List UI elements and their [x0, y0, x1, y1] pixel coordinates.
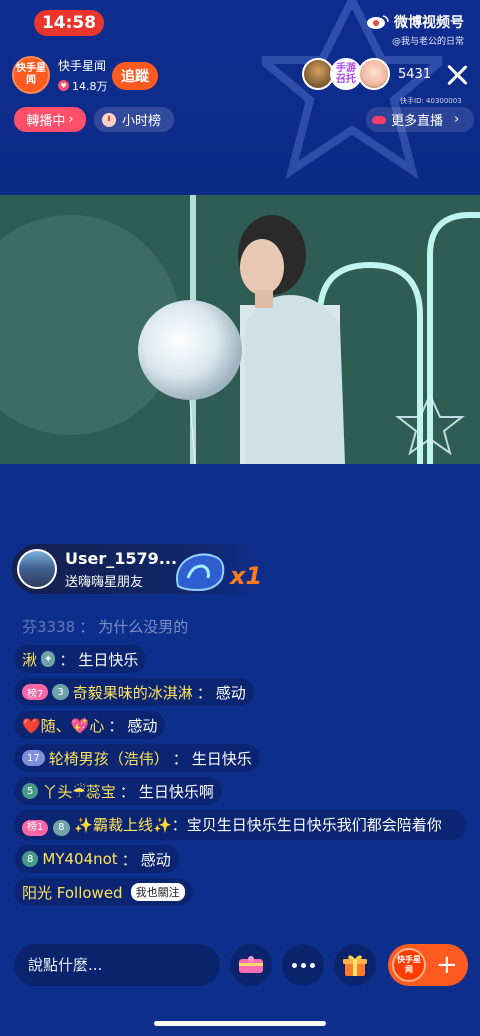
hourly-rank-label: 小时榜: [122, 114, 162, 129]
chat-text: 生日快乐: [191, 749, 252, 768]
chat-username[interactable]: 奇毅果味的冰淇淋: [73, 682, 193, 703]
weibo-watermark-title: 微博视频号: [394, 15, 464, 31]
live-video[interactable]: [0, 195, 480, 464]
heart-icon: ♥: [58, 80, 69, 91]
viewer-count: 5431: [398, 66, 432, 82]
gift-sender-avatar[interactable]: [17, 549, 57, 589]
gift-button[interactable]: [334, 944, 376, 986]
relay-status-pill[interactable]: 轉播中 ›: [14, 107, 86, 132]
chat-message[interactable]: 芬3338 ： 为什么没男的: [14, 612, 196, 640]
chat-text: 感动: [127, 716, 158, 735]
home-indicator[interactable]: [154, 1021, 326, 1026]
chat-username[interactable]: ✨霸裁上线✨: [74, 816, 171, 834]
chat-text: 感动: [140, 850, 171, 869]
kuaishou-id: 快手ID: 40300003: [400, 97, 462, 105]
follow-button[interactable]: 追蹤: [112, 62, 158, 90]
gift-sender-name: User_1579...: [65, 548, 178, 568]
chat-username[interactable]: MY404not: [42, 850, 117, 868]
gift-count: x1: [230, 562, 263, 590]
user-level-badge-icon: ✦: [41, 651, 56, 667]
chat-text: 感动: [215, 683, 246, 702]
chat-message[interactable]: 榜7 3 奇毅果味的冰淇淋 ： 感动: [14, 678, 254, 706]
close-icon[interactable]: [444, 62, 470, 88]
rank-badge: 榜1: [22, 820, 49, 836]
level-badge: 5: [22, 783, 39, 799]
chat-message[interactable]: 8 MY404not ： 感动: [14, 845, 179, 873]
weibo-watermark: 微博视频号 @我与老公的日常: [366, 12, 464, 47]
kuaishou-logo: 快手星闻: [392, 948, 426, 982]
bottom-bar: 快手星闻 +: [0, 944, 480, 988]
chat-message[interactable]: 5 丫头☔蕊宝 ： 生日快乐啊: [14, 777, 222, 805]
chat-text: 宝贝生日快乐生日快乐我们都会陪着你: [186, 816, 442, 834]
chat-username[interactable]: 湫: [22, 649, 37, 670]
level-badge: 3: [52, 684, 69, 700]
chat-text: 生日快乐: [78, 650, 139, 669]
gift-description: 送嗨嗨星朋友: [65, 574, 144, 590]
host-likes-count: 14.8万: [72, 79, 108, 93]
chat-text: 为什么没男的: [98, 617, 189, 636]
create-button[interactable]: 快手星闻 +: [388, 944, 468, 986]
relay-label: 轉播中: [26, 114, 66, 129]
more-live-label: 更多直播: [391, 114, 444, 129]
hourly-rank-pill[interactable]: 小时榜: [94, 107, 174, 132]
host-name: 快手星闻: [58, 58, 107, 73]
chat-username[interactable]: 轮椅男孩（浩伟）: [49, 748, 169, 769]
rank-badge: 榜7: [22, 684, 49, 700]
weibo-watermark-handle: @我与老公的日常: [391, 37, 464, 47]
more-options-button[interactable]: [282, 944, 324, 986]
level-badge: 17: [22, 750, 45, 766]
chat-message[interactable]: 17 轮椅男孩（浩伟） ： 生日快乐: [14, 744, 260, 772]
gift-logo-icon: [176, 553, 225, 592]
follow-notice[interactable]: 阳光 Followed 我也關注: [14, 878, 193, 906]
chat-username[interactable]: ❤️随、💖心: [22, 715, 104, 736]
chat-message[interactable]: ❤️随、💖心 ： 感动: [14, 711, 166, 739]
follow-too-button[interactable]: 我也關注: [130, 883, 185, 901]
comment-input[interactable]: [14, 944, 220, 986]
level-badge: 8: [22, 851, 39, 867]
chat-username[interactable]: 丫头☔蕊宝: [42, 781, 115, 802]
gift-bag-icon: [239, 956, 263, 973]
share-gift-button[interactable]: [230, 944, 272, 986]
clock-icon: [102, 112, 116, 127]
viewer-avatar[interactable]: [358, 58, 390, 90]
status-time: 14:58: [34, 10, 104, 36]
chat-username[interactable]: 芬3338: [22, 616, 75, 637]
chevron-right-icon: ›: [454, 112, 460, 127]
host-avatar[interactable]: 快手星闻: [12, 56, 50, 94]
chat-message[interactable]: 湫 ✦ ： 生日快乐: [14, 645, 147, 673]
chevron-right-icon: ›: [68, 112, 74, 127]
more-dots-icon: [291, 962, 315, 968]
chat-text: 生日快乐啊: [138, 782, 214, 801]
live-video-frame: [0, 195, 480, 464]
chat-list[interactable]: 芬3338 ： 为什么没男的 湫 ✦ ： 生日快乐 榜7 3 奇毅果味的冰淇淋 …: [14, 612, 474, 911]
chat-message[interactable]: 榜1 8 ✨霸裁上线✨：宝贝生日快乐生日快乐我们都会陪着你: [14, 810, 466, 840]
gift-box-icon: [343, 955, 367, 976]
top-viewers[interactable]: 手游召托 5431: [302, 58, 431, 90]
level-badge: 8: [53, 820, 70, 836]
more-live-pill[interactable]: 更多直播 ›: [366, 107, 474, 132]
chat-username[interactable]: 阳光 Followed: [22, 882, 123, 903]
plus-icon: +: [436, 950, 458, 980]
lips-icon: [372, 115, 386, 124]
weibo-eye-icon: [367, 15, 389, 29]
